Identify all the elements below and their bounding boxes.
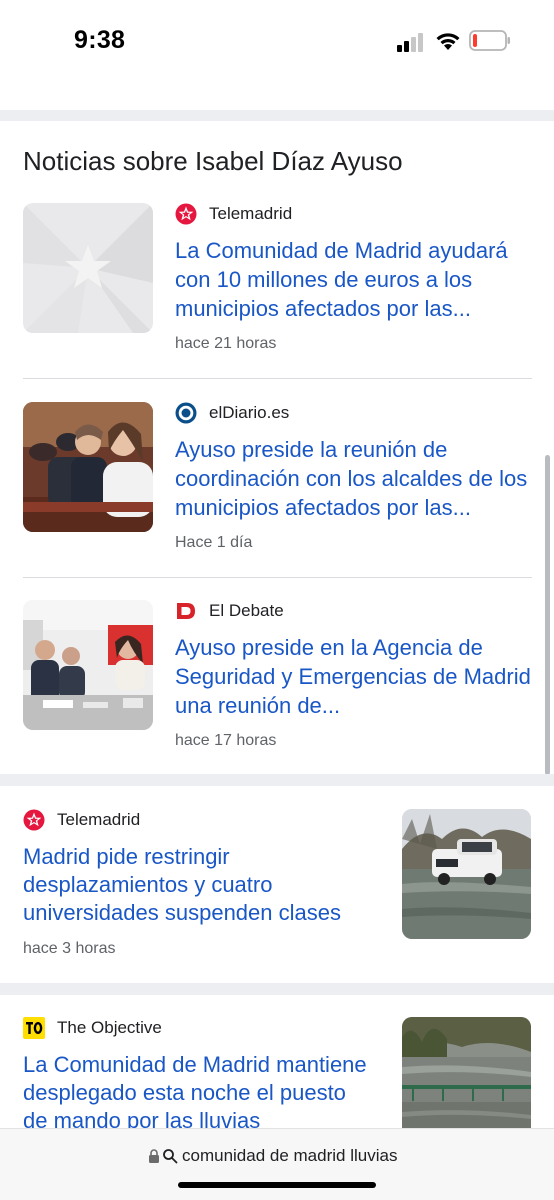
cellular-signal-icon [397,33,423,52]
story-source: El Debate [175,599,284,623]
story-divider [23,378,532,379]
source-name: elDiario.es [209,403,290,422]
meeting-photo-thumbnail-icon [23,402,153,532]
section-title: Noticias sobre Isabel Díaz Ayuso [23,146,403,176]
url-field[interactable]: comunidad de madrid lluvias [148,1145,397,1167]
browser-url-bar[interactable]: comunidad de madrid lluvias [0,1128,554,1200]
card-source: The Objective [23,1016,162,1040]
story-thumbnail[interactable] [23,402,153,532]
card-timestamp: hace 3 horas [23,940,116,957]
card-source: Telemadrid [23,808,140,832]
section-divider [0,110,554,121]
status-time: 9:38 [74,26,126,54]
story-source: elDiario.es [175,401,289,425]
flooded-road-truck-photo-icon [402,809,531,939]
eldebate-d-logo-icon [177,603,195,619]
story-headline-link[interactable]: Ayuso preside la reunión de coordinación… [175,435,535,522]
section-divider [0,774,554,786]
card-thumbnail[interactable] [402,809,531,939]
card-headline-link[interactable]: La Comunidad de Madrid mantiene desplega… [23,1051,373,1135]
emergency-meeting-photo-thumbnail-icon [23,600,153,730]
telemadrid-star-logo-icon [23,809,45,831]
source-name: The Objective [57,1018,162,1037]
story-source: Telemadrid [175,202,292,226]
card-headline-link[interactable]: Madrid pide restringir desplazamientos y… [23,843,373,927]
source-name: El Debate [209,601,284,620]
scrollbar[interactable] [545,455,550,775]
status-bar: 9:38 [0,0,554,84]
eldiario-circle-logo-icon [175,402,197,424]
theobjective-to-logo-icon [23,1017,45,1039]
lock-icon [149,1148,159,1163]
url-text: comunidad de madrid lluvias [182,1146,398,1165]
wifi-icon [436,33,460,50]
story-headline-link[interactable]: Ayuso preside en la Agencia de Seguridad… [175,633,535,720]
home-indicator[interactable] [178,1182,376,1188]
section-divider [0,983,554,995]
telemadrid-star-logo-icon [175,203,197,225]
story-thumbnail[interactable] [23,203,153,333]
placeholder-star-thumbnail-icon [23,203,153,333]
story-thumbnail[interactable] [23,600,153,730]
story-timestamp: hace 17 horas [175,732,277,749]
story-timestamp: hace 21 horas [175,335,277,352]
search-icon [163,1149,178,1164]
source-name: Telemadrid [57,810,141,829]
story-timestamp: Hace 1 día [175,534,253,551]
source-name: Telemadrid [209,204,293,223]
story-headline-link[interactable]: La Comunidad de Madrid ayudará con 10 mi… [175,236,535,323]
battery-low-icon [469,30,510,51]
story-divider [23,577,532,578]
